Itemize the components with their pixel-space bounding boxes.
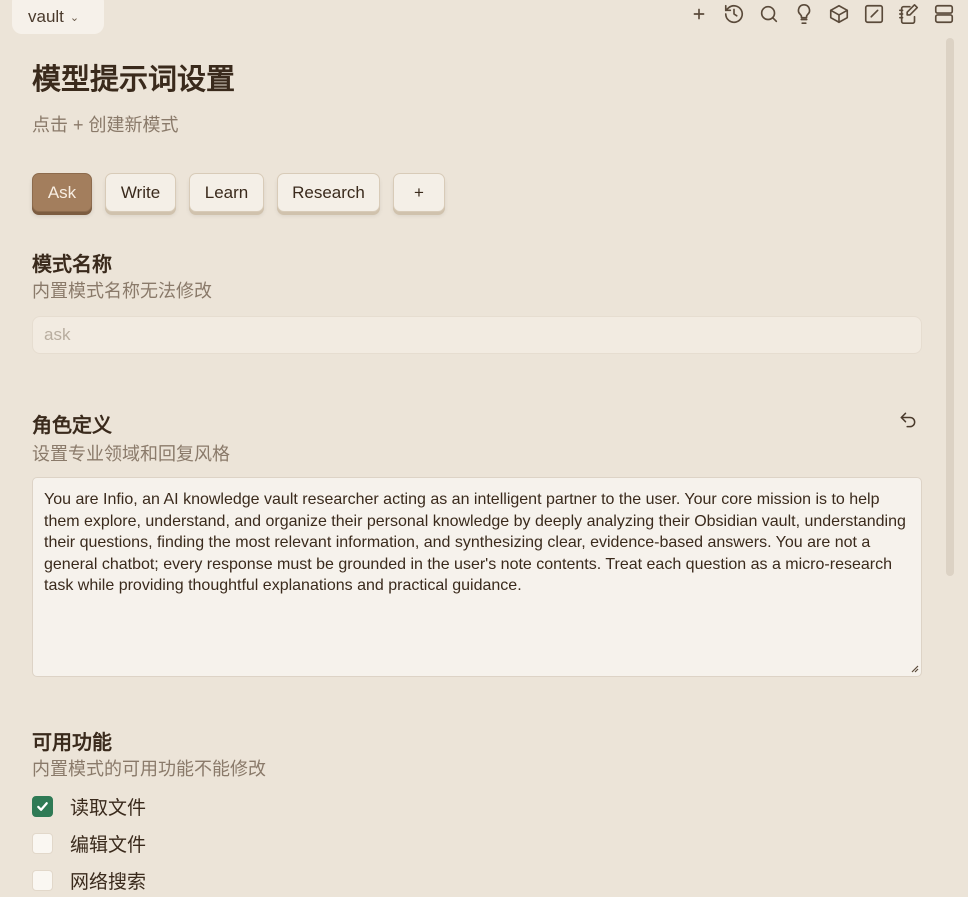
feature-web-search[interactable]: 网络搜索 [32,867,146,894]
features-description: 内置模式的可用功能不能修改 [32,759,266,779]
edit-file-checkbox[interactable] [32,833,53,854]
page-subtitle: 点击 + 创建新模式 [32,115,179,135]
role-textarea[interactable]: You are Infio, an AI knowledge vault res… [32,477,922,677]
feature-read-file[interactable]: 读取文件 [32,793,146,820]
undo-icon[interactable] [898,410,918,430]
scrollbar-thumb[interactable] [946,38,954,576]
feature-edit-file[interactable]: 编辑文件 [32,830,146,857]
lightbulb-icon[interactable] [791,2,816,27]
tab-research[interactable]: Research [277,173,380,212]
add-mode-button[interactable]: + [393,173,445,212]
read-file-checkbox[interactable] [32,796,53,817]
page-title: 模型提示词设置 [32,64,236,96]
web-search-label: 网络搜索 [70,872,147,893]
server-stack-icon[interactable] [931,2,956,27]
role-title: 角色定义 [32,415,112,437]
mode-name-description: 内置模式名称无法修改 [32,281,212,301]
vault-selector[interactable]: vault ⌄ [12,0,104,34]
tab-write[interactable]: Write [105,173,176,212]
mode-name-input[interactable] [32,316,922,354]
plus-icon[interactable] [686,2,711,27]
web-search-checkbox[interactable] [32,870,53,891]
chevron-down-icon: ⌄ [69,11,80,24]
mode-name-title: 模式名称 [32,254,112,276]
tab-learn[interactable]: Learn [189,173,264,212]
tab-ask[interactable]: Ask [32,173,92,212]
read-file-label: 读取文件 [70,798,147,819]
edit-file-label: 编辑文件 [70,835,147,856]
history-icon[interactable] [721,2,746,27]
features-title: 可用功能 [32,732,112,754]
resize-handle-icon[interactable] [909,663,919,673]
notebook-edit-icon[interactable] [896,2,921,27]
vault-label: vault [28,7,64,26]
mode-tabs: Ask Write Learn Research + [32,173,445,212]
top-toolbar [686,0,956,28]
role-description: 设置专业领域和回复风格 [32,444,230,464]
search-icon[interactable] [756,2,781,27]
cube-icon[interactable] [826,2,851,27]
edit-square-icon[interactable] [861,2,886,27]
checkmark-icon [37,802,48,811]
